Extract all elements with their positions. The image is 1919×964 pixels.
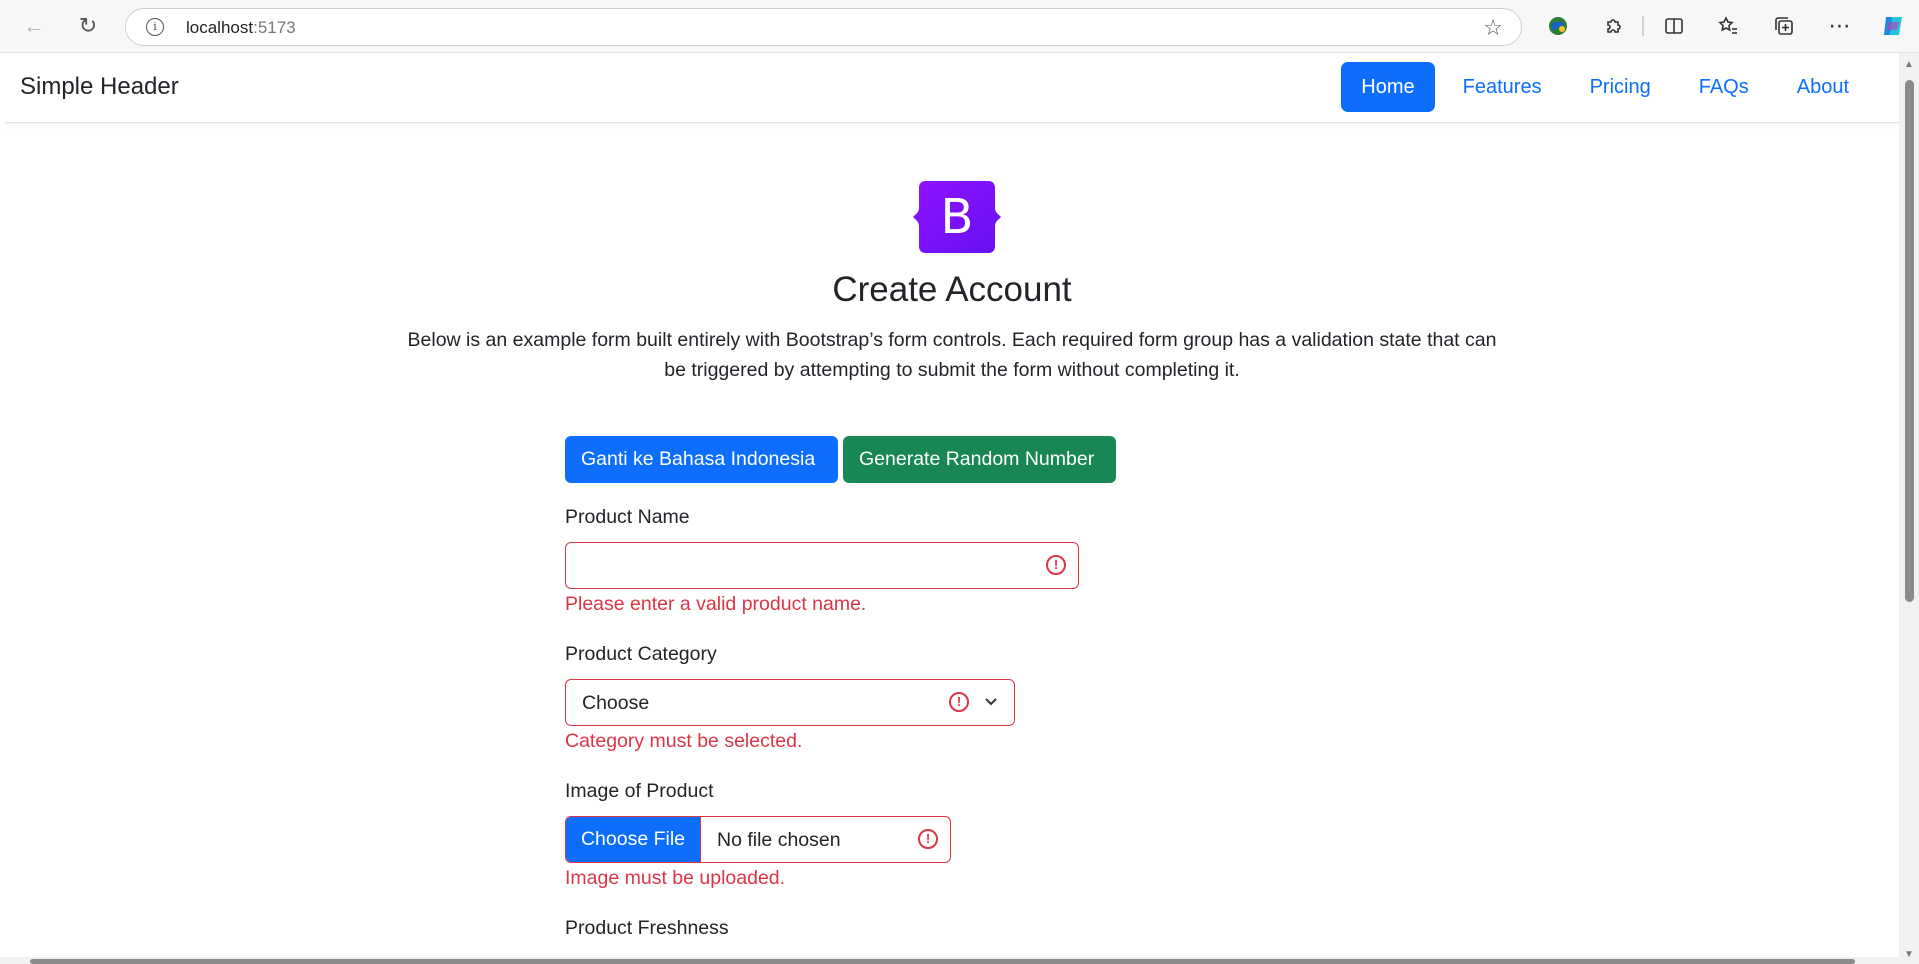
language-toggle-button[interactable]: Ganti ke Bahasa Indonesia (565, 436, 838, 483)
more-options-icon[interactable]: ⋯ (1826, 12, 1854, 40)
vertical-scroll-thumb[interactable] (1905, 80, 1914, 602)
page-description: Below is an example form built entirely … (407, 329, 1497, 381)
product-category-label: Product Category (565, 643, 717, 665)
scroll-down-arrow-icon[interactable]: ▼ (1903, 949, 1915, 960)
url-text: localhost:5173 (186, 18, 296, 37)
product-image-label: Image of Product (565, 780, 714, 802)
site-header: Simple Header Home Features Pricing FAQs… (5, 53, 1899, 123)
product-freshness-label: Product Freshness (565, 917, 729, 939)
toolbar-divider (1642, 16, 1644, 36)
split-screen-icon[interactable] (1660, 12, 1688, 40)
address-bar[interactable]: i localhost:5173 ☆ (125, 8, 1522, 46)
product-name-error: Please enter a valid product name. (565, 593, 867, 615)
copilot-icon[interactable] (1879, 12, 1907, 40)
brand-title[interactable]: Simple Header (20, 73, 179, 101)
scroll-up-arrow-icon[interactable]: ▲ (1903, 59, 1915, 70)
invalid-alert-icon: ! (949, 692, 969, 712)
site-info-icon[interactable]: i (146, 18, 164, 36)
nav-home[interactable]: Home (1341, 62, 1435, 112)
horizontal-scrollbar[interactable] (0, 957, 1899, 964)
product-category-select[interactable]: Choose ! (565, 679, 1015, 726)
file-status-text: No file chosen (717, 829, 841, 851)
nav-faqs[interactable]: FAQs (1679, 62, 1769, 112)
chevron-down-icon (985, 698, 997, 706)
invalid-alert-icon: ! (918, 829, 938, 849)
reload-icon[interactable]: ↻ (74, 12, 102, 40)
collections-icon[interactable] (1770, 12, 1798, 40)
invalid-alert-icon: ! (1046, 555, 1066, 575)
product-image-error: Image must be uploaded. (565, 867, 786, 889)
main-nav: Home Features Pricing FAQs About (1341, 62, 1869, 112)
favorites-icon[interactable] (1714, 12, 1742, 40)
vertical-scrollbar[interactable]: ▲ ▼ (1899, 53, 1919, 964)
logo-letter: B (941, 189, 974, 245)
product-image-file-input[interactable]: Choose File No file chosen ! (565, 816, 951, 863)
page-title: Create Account (832, 270, 1072, 309)
product-category-error: Category must be selected. (565, 730, 803, 752)
favorite-star-icon[interactable]: ☆ (1483, 15, 1503, 41)
extensions-puzzle-icon[interactable] (1600, 12, 1628, 40)
page-viewport: Simple Header Home Features Pricing FAQs… (5, 53, 1899, 964)
product-name-label: Product Name (565, 506, 690, 528)
nav-pricing[interactable]: Pricing (1570, 62, 1671, 112)
nav-features[interactable]: Features (1443, 62, 1562, 112)
back-arrow-icon[interactable]: ← (20, 12, 48, 40)
extension-globe-icon[interactable] (1544, 12, 1572, 40)
nav-about[interactable]: About (1777, 62, 1869, 112)
bootstrap-logo-icon: B (913, 181, 1001, 253)
browser-toolbar: ← ↻ i localhost:5173 ☆ ⋯ (0, 0, 1919, 53)
choose-file-button[interactable]: Choose File (566, 817, 701, 862)
generate-random-number-button[interactable]: Generate Random Number (843, 436, 1116, 483)
horizontal-scroll-thumb[interactable] (30, 959, 1855, 964)
product-name-input[interactable]: ! (565, 542, 1079, 589)
